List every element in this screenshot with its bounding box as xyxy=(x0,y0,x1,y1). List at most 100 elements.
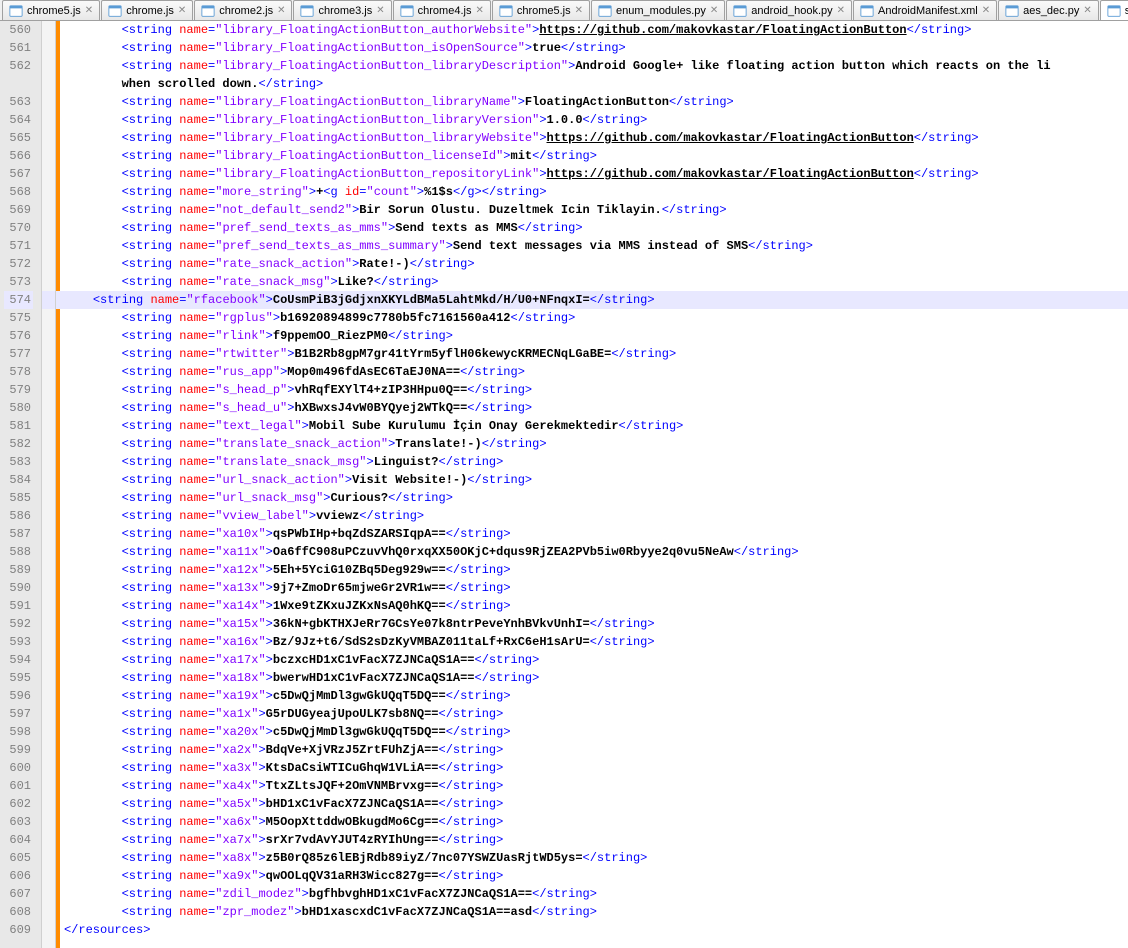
line-number: 582 xyxy=(4,435,33,453)
js-file-icon xyxy=(400,4,414,18)
code-line[interactable]: <string name="pref_send_texts_as_mms_sum… xyxy=(60,237,1128,255)
code-line[interactable]: <string name="url_snack_msg">Curious?</s… xyxy=(60,489,1128,507)
code-line[interactable]: <string name="xa10x">qsPWbIHp+bqZdSZARSI… xyxy=(60,525,1128,543)
tab-label: chrome5.js xyxy=(517,5,571,17)
code-line[interactable]: <string name="s_head_u">hXBwxsJ4vW0BYQye… xyxy=(60,399,1128,417)
code-line[interactable]: <string name="rgplus">b16920894899c7780b… xyxy=(60,309,1128,327)
code-line[interactable]: <string name="xa3x">KtsDaCsiWTICuGhqW1VL… xyxy=(60,759,1128,777)
js-file-icon xyxy=(300,4,314,18)
code-line[interactable]: <string name="library_FloatingActionButt… xyxy=(60,57,1128,75)
line-number-gutter: 5605615625635645655665675685695705715725… xyxy=(0,21,42,948)
code-line[interactable]: <string name="library_FloatingActionButt… xyxy=(60,93,1128,111)
code-line[interactable]: <string name="rate_snack_msg">Like?</str… xyxy=(60,273,1128,291)
line-number: 592 xyxy=(4,615,33,633)
line-number: 574 xyxy=(4,291,33,309)
tab-chrome5-js[interactable]: chrome5.js ✕ xyxy=(2,0,100,20)
code-line[interactable]: <string name="url_snack_action">Visit We… xyxy=(60,471,1128,489)
code-line[interactable]: <string name="xa19x">c5DwQjMmDl3gwGkUQqT… xyxy=(60,687,1128,705)
close-icon[interactable]: ✕ xyxy=(982,5,990,16)
code-line[interactable]: <string name="library_FloatingActionButt… xyxy=(60,39,1128,57)
tab-chrome5-js[interactable]: chrome5.js ✕ xyxy=(492,0,590,20)
code-line[interactable]: <string name="xa8x">z5B0rQ85z6lEBjRdb89i… xyxy=(60,849,1128,867)
code-line[interactable]: <string name="library_FloatingActionButt… xyxy=(60,147,1128,165)
code-line[interactable]: <string name="text_legal">Mobil Sube Kur… xyxy=(60,417,1128,435)
line-number: 570 xyxy=(4,219,33,237)
tab-chrome-js[interactable]: chrome.js✕ xyxy=(101,0,193,20)
code-line[interactable]: <string name="s_head_p">vhRqfEXYlT4+zIP3… xyxy=(60,381,1128,399)
code-line[interactable]: <string name="xa14x">1Wxe9tZKxuJZKxNsAQ0… xyxy=(60,597,1128,615)
close-icon[interactable]: ✕ xyxy=(376,5,384,16)
code-line[interactable]: <string name="xa20x">c5DwQjMmDl3gwGkUQqT… xyxy=(60,723,1128,741)
code-line[interactable]: <string name="pref_send_texts_as_mms">Se… xyxy=(60,219,1128,237)
close-icon[interactable]: ✕ xyxy=(575,5,583,16)
tab-enum_modules-py[interactable]: enum_modules.py ✕ xyxy=(591,0,725,20)
tab-label: AndroidManifest.xml xyxy=(878,5,978,17)
code-line[interactable]: <string name="xa18x">bwerwHD1xC1vFacX7ZJ… xyxy=(60,669,1128,687)
code-line[interactable]: <string name="library_FloatingActionButt… xyxy=(60,129,1128,147)
line-number: 560 xyxy=(4,21,33,39)
code-line[interactable]: <string name="rtwitter">B1B2Rb8gpM7gr41t… xyxy=(60,345,1128,363)
code-line[interactable]: <string name="xa5x">bHD1xC1vFacX7ZJNCaQS… xyxy=(60,795,1128,813)
close-icon[interactable]: ✕ xyxy=(85,5,93,16)
line-number: 567 xyxy=(4,165,33,183)
code-line[interactable]: <string name="xa9x">qwOOLqQV31aRH3Wicc82… xyxy=(60,867,1128,885)
close-icon[interactable]: ✕ xyxy=(710,5,718,16)
code-line[interactable]: <string name="xa17x">bczxcHD1xC1vFacX7ZJ… xyxy=(60,651,1128,669)
code-area[interactable]: <string name="library_FloatingActionButt… xyxy=(60,21,1128,948)
close-icon[interactable]: ✕ xyxy=(178,5,186,16)
tab-android_hook-py[interactable]: android_hook.py ✕ xyxy=(726,0,852,20)
tab-aes_dec-py[interactable]: aes_dec.py ✕ xyxy=(998,0,1099,20)
line-number: 563 xyxy=(4,93,33,111)
close-icon[interactable]: ✕ xyxy=(837,5,845,16)
code-line[interactable]: <string name="rate_snack_action">Rate!-)… xyxy=(60,255,1128,273)
tab-chrome3-js[interactable]: chrome3.js✕ xyxy=(293,0,391,20)
code-line[interactable]: <string name="vview_label">vviewz</strin… xyxy=(60,507,1128,525)
code-line[interactable]: <string name="translate_snack_action">Tr… xyxy=(60,435,1128,453)
tab-chrome2-js[interactable]: chrome2.js ✕ xyxy=(194,0,292,20)
editor: 5605615625635645655665675685695705715725… xyxy=(0,21,1128,948)
code-line[interactable]: <string name="library_FloatingActionButt… xyxy=(60,165,1128,183)
code-line[interactable]: <string name="xa13x">9j7+ZmoDr65mjweGr2V… xyxy=(60,579,1128,597)
close-icon[interactable]: ✕ xyxy=(475,5,483,16)
code-line[interactable]: <string name="rus_app">Mop0m496fdAsEC6Ta… xyxy=(60,363,1128,381)
py-file-icon xyxy=(733,4,747,18)
tab-label: enum_modules.py xyxy=(616,5,706,17)
tab-label: aes_dec.py xyxy=(1023,5,1079,17)
close-icon[interactable]: ✕ xyxy=(277,5,285,16)
tab-chrome4-js[interactable]: chrome4.js✕ xyxy=(393,0,491,20)
tab-label: chrome5.js xyxy=(27,5,81,17)
close-icon[interactable]: ✕ xyxy=(1083,5,1091,16)
code-line[interactable]: <string name="rlink">f9ppemOO_RiezPM0</s… xyxy=(60,327,1128,345)
tab-label: chrome4.js xyxy=(418,5,472,17)
code-line[interactable]: </resources> xyxy=(60,921,1128,939)
line-number: 583 xyxy=(4,453,33,471)
code-line[interactable]: when scrolled down.</string> xyxy=(60,75,1128,93)
code-line[interactable]: <string name="xa16x">Bz/9Jz+t6/SdS2sDzKy… xyxy=(60,633,1128,651)
tab-AndroidManifest-xml[interactable]: AndroidManifest.xml ✕ xyxy=(853,0,997,20)
tab-label: android_hook.py xyxy=(751,5,832,17)
code-line[interactable]: <string name="more_string">+<g id="count… xyxy=(60,183,1128,201)
code-line[interactable]: <string name="xa6x">M5OopXttddwOBkugdMo6… xyxy=(60,813,1128,831)
code-line[interactable]: <string name="zpr_modez">bHD1xascxdC1vFa… xyxy=(60,903,1128,921)
code-line[interactable]: <string name="zdil_modez">bgfhbvghHD1xC1… xyxy=(60,885,1128,903)
code-line[interactable]: <string name="library_FloatingActionButt… xyxy=(60,21,1128,39)
line-number: 609 xyxy=(4,921,33,939)
line-number: 575 xyxy=(4,309,33,327)
line-number: 566 xyxy=(4,147,33,165)
tab-strings-xml[interactable]: strings.xml✕ xyxy=(1100,0,1128,20)
code-line[interactable]: <string name="xa4x">TtxZLtsJQF+2OmVNMBrv… xyxy=(60,777,1128,795)
code-line[interactable]: <string name="translate_snack_msg">Lingu… xyxy=(60,453,1128,471)
code-line[interactable]: <string name="xa7x">srXr7vdAvYJUT4zRYIhU… xyxy=(60,831,1128,849)
code-line[interactable]: <string name="not_default_send2">Bir Sor… xyxy=(60,201,1128,219)
line-number: 600 xyxy=(4,759,33,777)
code-line[interactable]: <string name="rfacebook">CoUsmPiB3jGdjxn… xyxy=(60,291,1128,309)
code-line[interactable]: <string name="xa1x">G5rDUGyeajUpoULK7sb8… xyxy=(60,705,1128,723)
code-line[interactable]: <string name="xa11x">Oa6ffC908uPCzuvVhQ0… xyxy=(60,543,1128,561)
line-number: 587 xyxy=(4,525,33,543)
code-line[interactable]: <string name="library_FloatingActionButt… xyxy=(60,111,1128,129)
code-line[interactable]: <string name="xa15x">36kN+gbKTHXJeRr7GCs… xyxy=(60,615,1128,633)
code-line[interactable]: <string name="xa12x">5Eh+5YciG10ZBq5Deg9… xyxy=(60,561,1128,579)
tab-label: chrome2.js xyxy=(219,5,273,17)
line-number: 595 xyxy=(4,669,33,687)
code-line[interactable]: <string name="xa2x">BdqVe+XjVRzJ5ZrtFUhZ… xyxy=(60,741,1128,759)
